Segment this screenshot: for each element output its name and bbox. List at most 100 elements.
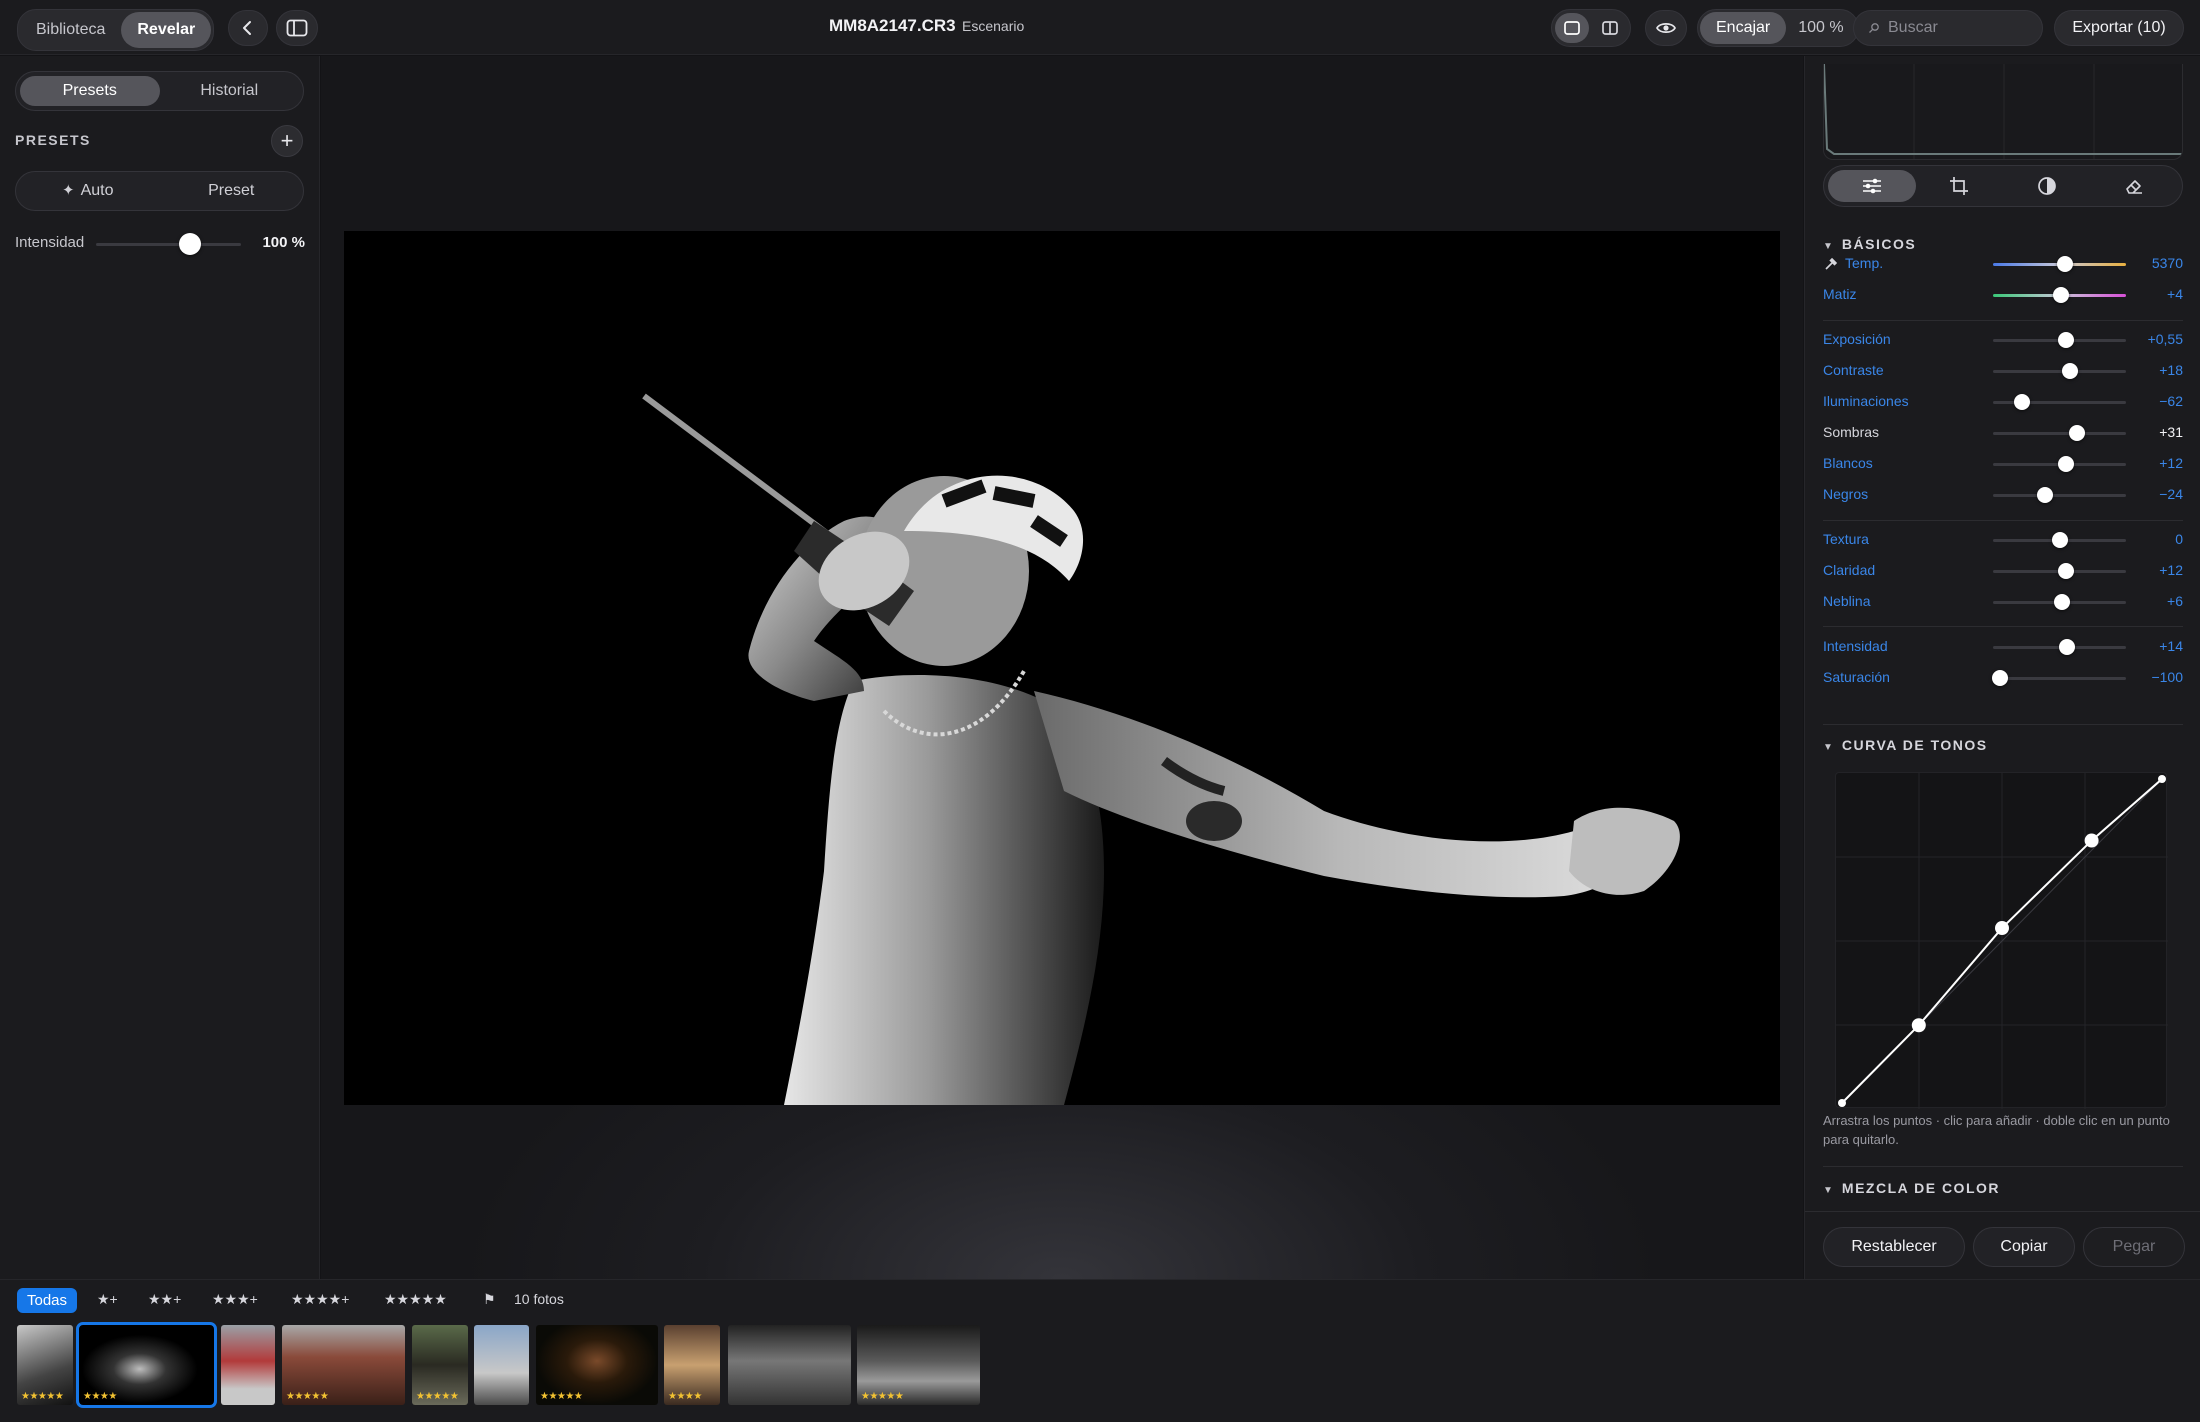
- adjustment-label: Neblina: [1823, 593, 1871, 609]
- tone-curve-heading[interactable]: ▼ CURVA DE TONOS: [1823, 737, 1988, 753]
- copy-button[interactable]: Copiar: [1973, 1227, 2075, 1267]
- thumbnail[interactable]: [221, 1325, 275, 1405]
- curve-control-point[interactable]: [1995, 921, 2009, 936]
- filter-4star[interactable]: ★★★★+: [291, 1291, 349, 1308]
- toggle-sidebar-button[interactable]: [276, 10, 318, 46]
- tab-presets[interactable]: Presets: [20, 76, 160, 106]
- curve-control-point[interactable]: [2084, 833, 2099, 848]
- adjustment-slider-track[interactable]: [1993, 677, 2126, 680]
- single-view-icon: [1564, 21, 1580, 35]
- adjustment-slider-track[interactable]: [1993, 401, 2126, 404]
- flag-filter-icon[interactable]: ⚑: [483, 1291, 496, 1308]
- curve-control-point[interactable]: [1911, 1018, 1926, 1033]
- adjustment-value[interactable]: +12: [2121, 562, 2183, 578]
- adjustment-slider-handle[interactable]: [2014, 394, 2031, 410]
- adjustment-label: Sombras: [1823, 424, 1880, 440]
- adjustment-slider-handle[interactable]: [2058, 563, 2075, 579]
- export-button[interactable]: Exportar (10): [2054, 10, 2184, 46]
- adjustment-value[interactable]: +6: [2121, 593, 2183, 609]
- thumbnail[interactable]: ★★★★★: [17, 1325, 73, 1405]
- adjustment-value[interactable]: 5370: [2121, 255, 2183, 271]
- tool-crop[interactable]: [1916, 170, 2004, 202]
- adjustment-value[interactable]: +14: [2121, 638, 2183, 654]
- adjustment-value[interactable]: −100: [2121, 669, 2183, 685]
- eye-icon: [1656, 23, 1676, 33]
- compare-view-button[interactable]: [1593, 13, 1627, 43]
- curve-endpoint[interactable]: [2158, 775, 2166, 783]
- adjustment-slider-handle[interactable]: [2036, 487, 2053, 503]
- zoom-control: Encajar 100 %: [1697, 9, 1859, 47]
- reset-button[interactable]: Restablecer: [1823, 1227, 1965, 1267]
- main-photo[interactable]: [344, 231, 1780, 1105]
- tool-mask[interactable]: [2003, 170, 2091, 202]
- adjustment-slider-track[interactable]: [1993, 432, 2126, 435]
- adjustment-value[interactable]: +18: [2121, 362, 2183, 378]
- fit-button[interactable]: Encajar: [1700, 12, 1787, 44]
- thumbnail[interactable]: ★★★★★: [282, 1325, 405, 1405]
- preview-toggle-button[interactable]: [1645, 10, 1687, 46]
- adjustment-value[interactable]: +12: [2121, 455, 2183, 471]
- adjustment-slider-track[interactable]: [1993, 494, 2126, 497]
- basics-heading[interactable]: ▼ BÁSICOS: [1823, 236, 1916, 252]
- adjustment-value[interactable]: −24: [2121, 486, 2183, 502]
- tab-revelar[interactable]: Revelar: [121, 12, 212, 48]
- mode-switcher: Biblioteca Revelar: [17, 9, 215, 51]
- filter-1star[interactable]: ★+: [97, 1291, 118, 1308]
- adjustment-slider-handle[interactable]: [2058, 332, 2075, 348]
- tone-curve-editor[interactable]: [1835, 772, 2168, 1109]
- zoom-100-button[interactable]: 100 %: [1786, 12, 1855, 44]
- adjustment-value[interactable]: −62: [2121, 393, 2183, 409]
- single-view-button[interactable]: [1555, 13, 1589, 43]
- thumbnail-selected[interactable]: ★★★★: [76, 1322, 217, 1408]
- filter-5star[interactable]: ★★★★★: [384, 1291, 447, 1308]
- thumbnail[interactable]: ★★★★: [664, 1325, 720, 1405]
- tone-curve-graph[interactable]: [1836, 773, 2168, 1109]
- adjustment-slider-handle[interactable]: [2068, 425, 2085, 441]
- thumbnail[interactable]: ★★★★★: [536, 1325, 658, 1405]
- left-panel: Presets Historial PRESETS + ✦ Auto Preset…: [0, 56, 320, 1279]
- adjustment-value[interactable]: +4: [2121, 286, 2183, 302]
- auto-button[interactable]: ✦ Auto: [16, 172, 160, 210]
- intensity-slider-track[interactable]: [96, 243, 241, 246]
- adjustment-slider-handle[interactable]: [2062, 363, 2079, 379]
- divider: [1823, 1166, 2183, 1167]
- filter-3star[interactable]: ★★★+: [212, 1291, 258, 1308]
- back-button[interactable]: [228, 10, 268, 46]
- adjustment-slider-handle[interactable]: [2058, 456, 2075, 472]
- adjustment-slider-handle[interactable]: [2051, 532, 2068, 548]
- tool-adjust[interactable]: [1828, 170, 1916, 202]
- presets-heading: PRESETS: [15, 132, 91, 148]
- filter-2star[interactable]: ★★+: [148, 1291, 181, 1308]
- adjustment-value[interactable]: +31: [2121, 424, 2183, 440]
- thumbnail[interactable]: [728, 1325, 851, 1405]
- curve-endpoint[interactable]: [1838, 1099, 1846, 1107]
- adjustment-label: Contraste: [1823, 362, 1884, 378]
- thumbnail[interactable]: ★★★★★: [412, 1325, 468, 1405]
- color-mix-heading[interactable]: ▼ MEZCLA DE COLOR: [1823, 1180, 2000, 1196]
- paste-button[interactable]: Pegar: [2083, 1227, 2185, 1267]
- adjustment-slider-handle[interactable]: [2052, 287, 2069, 303]
- adjustment-slider-handle[interactable]: [2056, 256, 2073, 272]
- adjustment-slider-handle[interactable]: [2059, 639, 2076, 655]
- right-panel: ▼ BÁSICOS Temp. 5370 Matiz +4 Exposición +0,55…: [1804, 56, 2200, 1279]
- intensity-slider-handle[interactable]: [178, 233, 201, 255]
- tab-biblioteca[interactable]: Biblioteca: [20, 12, 121, 48]
- photo-count: 10 fotos: [514, 1291, 564, 1307]
- filter-all[interactable]: Todas: [17, 1288, 78, 1313]
- adjustment-slider-handle[interactable]: [1991, 670, 2008, 686]
- tab-historial[interactable]: Historial: [160, 76, 300, 106]
- view-mode-switcher: [1551, 9, 1631, 47]
- eyedropper-icon[interactable]: [1823, 256, 1839, 272]
- thumbnail[interactable]: [474, 1325, 529, 1405]
- adjustment-value[interactable]: +0,55: [2121, 331, 2183, 347]
- tool-heal[interactable]: [2091, 170, 2179, 202]
- adjustment-label: Claridad: [1823, 562, 1876, 578]
- adjustment-slider-track[interactable]: [1993, 370, 2126, 373]
- adjustment-value[interactable]: 0: [2121, 531, 2183, 547]
- preset-button[interactable]: Preset: [160, 172, 304, 210]
- adjustment-slider-handle[interactable]: [2054, 594, 2071, 610]
- search-input[interactable]: [1888, 19, 2038, 37]
- add-preset-button[interactable]: +: [271, 125, 303, 157]
- thumbnail[interactable]: ★★★★★: [857, 1325, 980, 1405]
- adjustment-label: Iluminaciones: [1823, 393, 1909, 409]
